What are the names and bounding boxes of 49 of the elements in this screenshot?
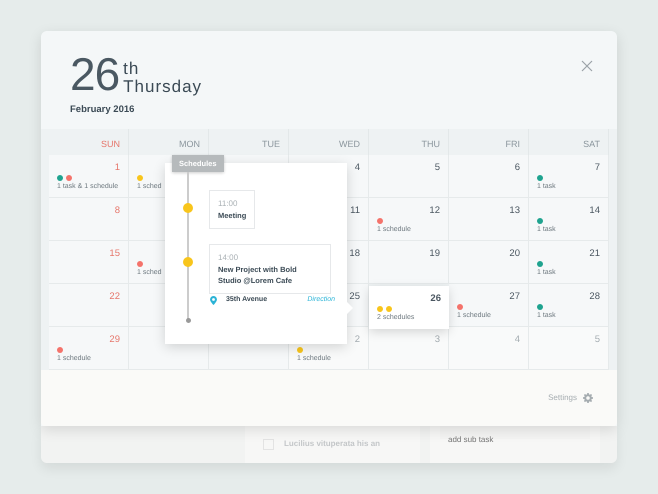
timeline-end-dot — [186, 318, 191, 323]
date-number: 6 — [514, 162, 520, 174]
event-time: 11:00 — [218, 198, 238, 210]
day-number: 26 — [70, 51, 120, 97]
day-cell[interactable]: 19 — [369, 241, 449, 284]
date-number: 22 — [109, 291, 120, 303]
timeline-dot — [183, 203, 193, 213]
weekday-header: SAT — [583, 139, 600, 149]
day-cell[interactable]: 20 — [449, 241, 529, 284]
weekday-header: FRI — [506, 139, 520, 149]
date-number: 2 — [354, 334, 360, 346]
event-time: 14:00 — [218, 252, 240, 264]
day-cell[interactable]: 6 — [449, 155, 529, 198]
date-number: 4 — [354, 162, 360, 174]
close-icon[interactable] — [581, 60, 593, 72]
date-number: 28 — [589, 291, 600, 303]
date-number: 29 — [109, 334, 120, 346]
weekday-header: TUE — [262, 139, 280, 149]
date-number: 1 — [114, 162, 120, 174]
date-number: 13 — [509, 205, 520, 217]
weekday-header: WED — [339, 139, 360, 149]
day-cell[interactable]: 5 — [369, 155, 449, 198]
date-number: 3 — [434, 334, 440, 346]
weekday-header: THU — [422, 139, 440, 149]
day-cell[interactable]: 13 — [449, 198, 529, 241]
timeline-dot — [183, 257, 193, 267]
date-number: 12 — [429, 205, 440, 217]
date-number: 27 — [509, 291, 520, 303]
weekday-header: SUN — [100, 139, 120, 149]
day-suffix: th — [123, 60, 140, 78]
date-number: 15 — [109, 248, 120, 260]
date-number: 4 — [514, 334, 520, 346]
location-pin-icon — [210, 296, 217, 305]
date-number: 25 — [349, 291, 360, 303]
settings-icon[interactable] — [583, 393, 593, 403]
date-number: 20 — [509, 248, 520, 260]
date-number: 11 — [350, 205, 360, 217]
date-number: 5 — [594, 334, 600, 346]
date-number: 14 — [589, 205, 600, 217]
weekday-header: MON — [179, 139, 200, 149]
date-number: 26 — [430, 293, 441, 305]
date-number: 19 — [429, 248, 440, 260]
date-number: 8 — [114, 205, 120, 217]
month-year-label: February 2016 — [70, 103, 136, 117]
date-number: 18 — [349, 248, 360, 260]
date-number: 5 — [434, 162, 440, 174]
date-number: 21 — [589, 248, 600, 260]
weekday-label: Thursday — [123, 78, 202, 97]
date-number: 7 — [594, 162, 600, 174]
